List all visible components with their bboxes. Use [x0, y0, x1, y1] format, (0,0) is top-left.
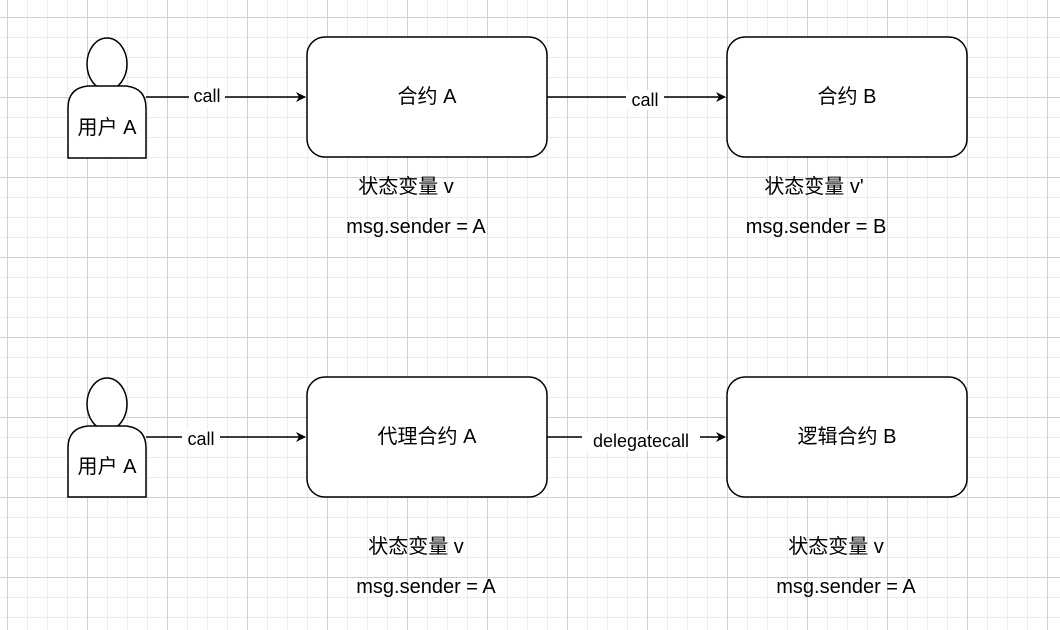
logic-contract-b-box[interactable]: 逻辑合约 B	[726, 376, 968, 498]
call-edge-top-1[interactable]: call	[146, 86, 306, 107]
actor-head	[86, 377, 128, 431]
logic-state-note: 状态变量 v	[788, 535, 884, 558]
contract-a-state-note: 状态变量 v	[358, 175, 454, 198]
call-edge-top-2[interactable]: call	[547, 90, 726, 110]
proxy-state-note: 状态变量 v	[368, 535, 464, 558]
contract-b-state-note: 状态变量 v'	[764, 175, 863, 198]
box-label: 逻辑合约 B	[798, 425, 897, 448]
edge-label: call	[193, 86, 220, 106]
contract-b-box[interactable]: 合约 B	[726, 36, 968, 158]
box-label: 合约 A	[398, 85, 458, 108]
box-label: 合约 B	[818, 85, 877, 108]
edge-label: delegatecall	[593, 431, 689, 451]
call-edge-bottom[interactable]: call	[146, 429, 306, 449]
call-vs-delegatecall-diagram: 用户 A call 合约 A call 合约 B 状态变量 v msg.send…	[67, 36, 968, 598]
edge-label: call	[631, 90, 658, 110]
contract-a-sender-note: msg.sender = A	[346, 216, 486, 238]
logic-sender-note: msg.sender = A	[776, 576, 916, 598]
actor-head	[86, 37, 128, 91]
actor-label: 用户 A	[78, 455, 138, 478]
proxy-contract-a-box[interactable]: 代理合约 A	[306, 376, 548, 498]
actor-label: 用户 A	[78, 116, 138, 139]
user-a-actor-top[interactable]: 用户 A	[67, 37, 147, 159]
box-label: 代理合约 A	[378, 425, 478, 448]
edge-label: call	[187, 429, 214, 449]
contract-b-sender-note: msg.sender = B	[746, 216, 887, 238]
proxy-sender-note: msg.sender = A	[356, 576, 496, 598]
contract-a-box[interactable]: 合约 A	[306, 36, 548, 158]
user-a-actor-bottom[interactable]: 用户 A	[67, 377, 147, 498]
delegatecall-edge[interactable]: delegatecall	[547, 431, 726, 451]
